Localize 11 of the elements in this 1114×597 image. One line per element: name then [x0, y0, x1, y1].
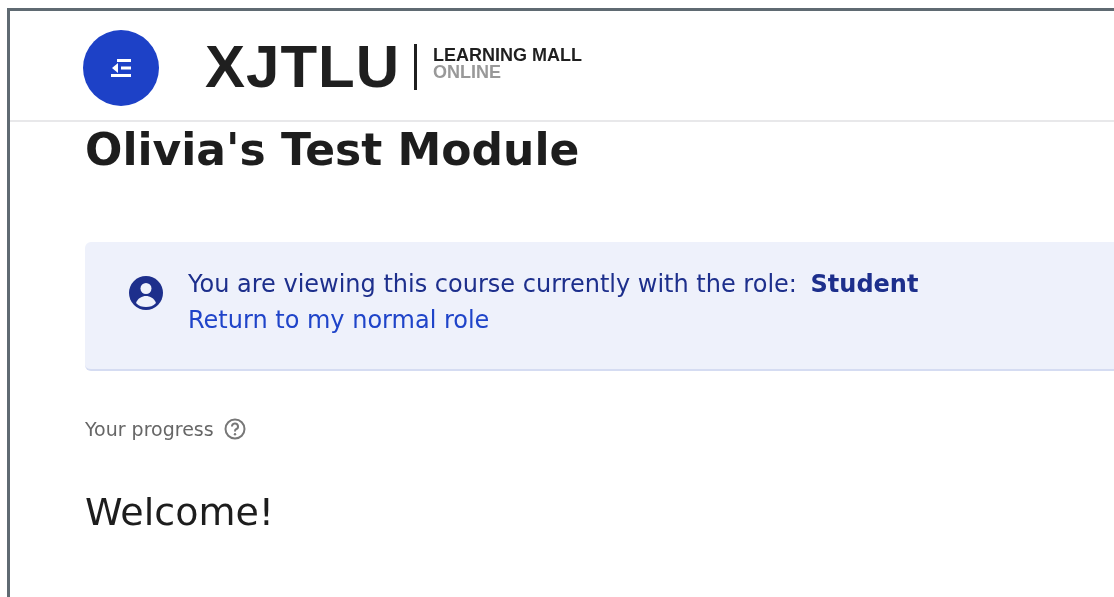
return-role-link[interactable]: Return to my normal role [188, 306, 919, 334]
section-title: Welcome! [85, 490, 276, 534]
user-icon [129, 276, 163, 310]
menu-collapse-icon [109, 56, 133, 79]
course-title: Olivia's Test Module [85, 124, 581, 175]
progress-label: Your progress [85, 418, 214, 440]
role-message: You are viewing this course currently with the role: Student [188, 270, 919, 298]
logo-subtitle: ONLINE [433, 63, 503, 81]
logo-wordmark: XJTLU [205, 32, 401, 101]
help-icon[interactable] [223, 418, 246, 440]
logo-subtitle: LEARNING MALL [433, 46, 582, 64]
